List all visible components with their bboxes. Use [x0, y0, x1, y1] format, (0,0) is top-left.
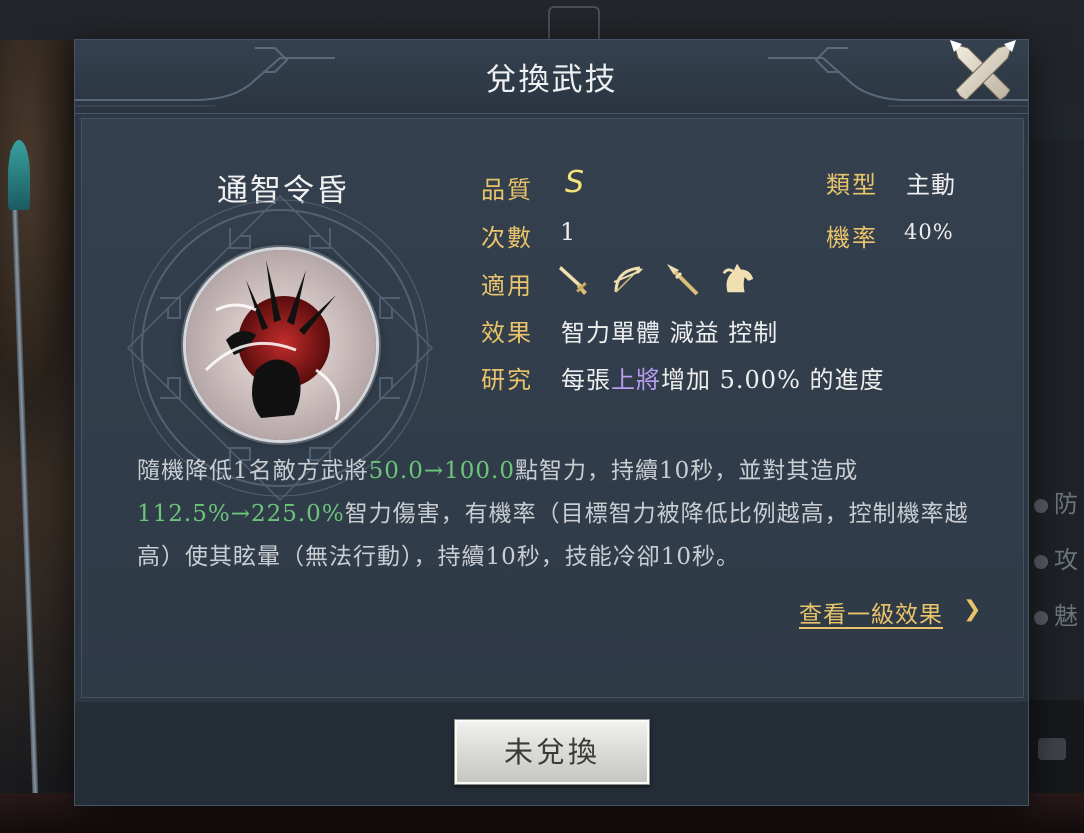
spear-icon: [667, 264, 699, 296]
close-button[interactable]: [948, 38, 1018, 108]
horse-icon: [722, 263, 754, 293]
dialog-title: 兌換武技: [485, 62, 618, 98]
lock-icon: [1038, 738, 1066, 760]
applicable-label: 適用: [481, 272, 533, 300]
research-value: 每張上將增加 5.00% 的進度: [561, 366, 885, 394]
sword-icon: [559, 266, 587, 295]
crossed-swords-close-icon: [950, 40, 1016, 101]
exchange-skill-dialog: 兌換武技 通智令昏 品質 S 類型 主動 次數 1 機率 40% 適用 效果 智…: [75, 40, 1028, 805]
effect-label: 效果: [481, 319, 533, 347]
quality-label: 品質: [481, 176, 533, 204]
background-spear-tip: [8, 140, 30, 210]
view-level1-effect-link[interactable]: 查看一級效果: [799, 595, 943, 629]
count-label: 次數: [481, 224, 533, 252]
type-label: 類型: [826, 171, 878, 199]
skill-emblem-icon: [186, 250, 376, 440]
chevron-right-icon[interactable]: ❯: [963, 597, 981, 622]
rate-value: 40%: [904, 220, 954, 244]
intel-reduction-value: 50.0→100.0: [368, 458, 515, 484]
rate-label: 機率: [826, 224, 878, 252]
background-stat-defense: 防: [1034, 484, 1080, 519]
research-rank-highlight: 上將: [611, 366, 661, 394]
type-value: 主動: [906, 171, 956, 199]
bow-icon: [613, 266, 643, 293]
dialog-header: 兌換武技: [75, 40, 1028, 114]
count-value: 1: [560, 218, 577, 246]
effect-value: 智力單體 減益 控制: [561, 319, 779, 347]
skill-description: 隨機降低1名敵方武將50.0→100.0點智力，持續10秒，並對其造成112.5…: [137, 458, 969, 570]
damage-value: 112.5%→225.0%: [137, 501, 345, 527]
research-label: 研究: [481, 366, 533, 394]
exchange-button[interactable]: 未兌換: [454, 719, 650, 785]
quality-value: S: [565, 165, 586, 200]
background-stat-charm: 魅: [1034, 596, 1080, 631]
background-stat-attack: 攻: [1034, 540, 1080, 575]
